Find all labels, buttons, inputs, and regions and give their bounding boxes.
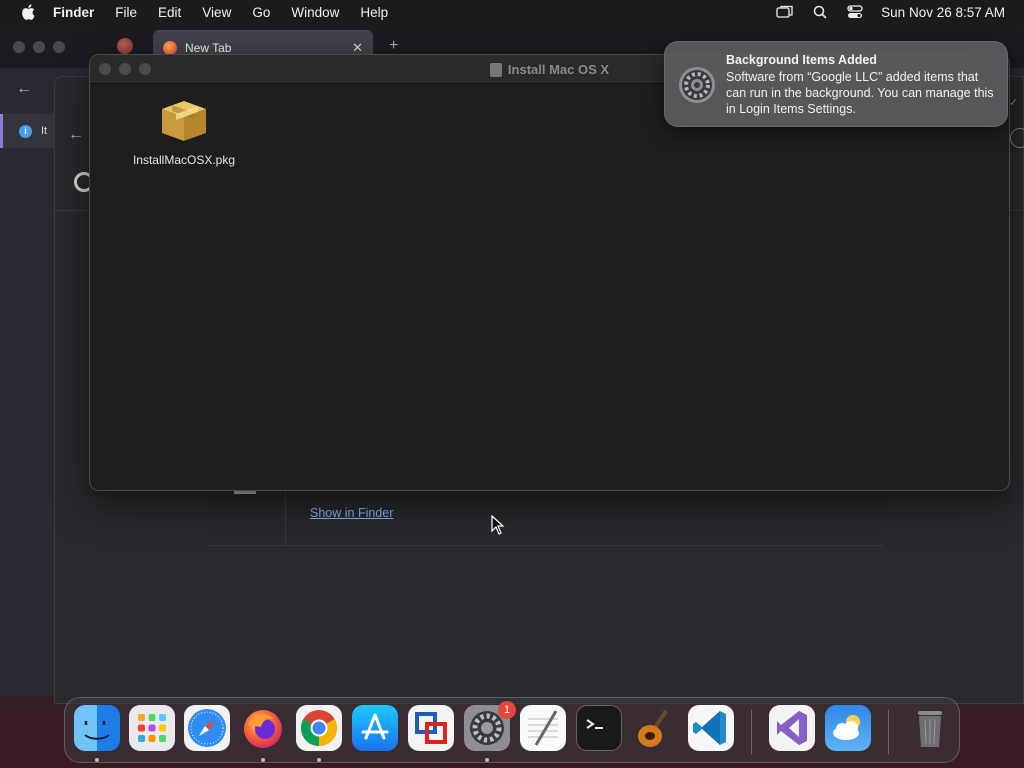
menu-view[interactable]: View: [202, 5, 231, 20]
info-icon: i: [19, 124, 32, 138]
menu-go[interactable]: Go: [252, 5, 270, 20]
menu-circle-icon[interactable]: [1010, 128, 1024, 148]
menu-window[interactable]: Window: [291, 5, 339, 20]
menu-file[interactable]: File: [115, 5, 137, 20]
window-close-button[interactable]: [13, 41, 25, 53]
sidebar-tab-label: It: [41, 125, 48, 137]
dock-trash-icon[interactable]: [907, 705, 953, 751]
dock-safari-icon[interactable]: [184, 705, 230, 751]
notification-title: Background Items Added: [726, 53, 877, 67]
dock-vscode-icon[interactable]: [688, 705, 734, 751]
menubar-clock[interactable]: Sun Nov 26 8:57 AM: [881, 5, 1005, 20]
tab-title: New Tab: [185, 41, 232, 55]
chrome-back-arrow-icon[interactable]: ←: [68, 126, 84, 144]
dock-running-indicator: [261, 758, 265, 762]
firefox-icon: [163, 41, 177, 55]
dock-weather-icon[interactable]: [825, 705, 871, 751]
dock: 1: [64, 697, 960, 763]
package-icon: [162, 101, 206, 141]
download-progress-bar: [234, 491, 256, 494]
pinned-tab-icon[interactable]: [117, 38, 133, 54]
file-item-installmacosx-pkg[interactable]: InstallMacOSX.pkg: [124, 97, 244, 167]
dock-system-settings-icon[interactable]: 1: [464, 701, 516, 751]
control-center-icon[interactable]: [846, 5, 864, 19]
notification-badge: 1: [498, 701, 516, 719]
menu-bar: Finder File Edit View Go Window Help Sun…: [0, 0, 1024, 24]
dock-garageband-icon[interactable]: [632, 705, 678, 751]
sidebar-tab-info[interactable]: i It: [0, 114, 54, 148]
dock-visual-studio-icon[interactable]: [769, 705, 815, 751]
new-tab-icon[interactable]: +: [389, 37, 398, 55]
system-settings-gear-icon: [679, 67, 715, 103]
notification-body: Software from “Google LLC” added items t…: [726, 70, 994, 116]
notification-banner[interactable]: Background Items Added Software from “Go…: [664, 41, 1008, 127]
dock-app-store-icon[interactable]: [352, 705, 398, 751]
dock-terminal-icon[interactable]: [576, 705, 622, 751]
mouse-cursor-icon: [491, 515, 505, 535]
dock-launchpad-icon[interactable]: [129, 705, 175, 751]
spotlight-search-icon[interactable]: [811, 5, 829, 19]
dock-chrome-icon[interactable]: [296, 705, 342, 751]
window-minimize-button[interactable]: [33, 41, 45, 53]
show-in-finder-link[interactable]: Show in Finder: [310, 506, 393, 520]
window-zoom-button[interactable]: [53, 41, 65, 53]
dock-finder-icon[interactable]: [74, 705, 120, 751]
menu-edit[interactable]: Edit: [158, 5, 181, 20]
dock-running-indicator: [485, 758, 489, 762]
back-arrow-icon[interactable]: ←: [16, 80, 32, 98]
download-thumbnail: [208, 488, 286, 546]
dock-running-indicator: [317, 758, 321, 762]
screen-mirroring-icon[interactable]: [776, 5, 794, 19]
finder-title-text: Install Mac OS X: [507, 62, 610, 77]
menu-app-finder[interactable]: Finder: [53, 5, 94, 20]
dock-firefox-icon[interactable]: [240, 705, 286, 751]
file-name: InstallMacOSX.pkg: [132, 153, 236, 167]
dock-running-indicator: [95, 758, 99, 762]
menu-help[interactable]: Help: [360, 5, 388, 20]
apple-menu-icon[interactable]: [17, 4, 39, 20]
dock-vmware-fusion-icon[interactable]: [408, 705, 454, 751]
dock-separator: [888, 710, 889, 754]
dock-separator: [751, 710, 752, 754]
checkmark-icon: ✓: [1008, 97, 1018, 109]
dock-textedit-icon[interactable]: [520, 705, 566, 751]
disk-image-icon: [489, 62, 502, 77]
